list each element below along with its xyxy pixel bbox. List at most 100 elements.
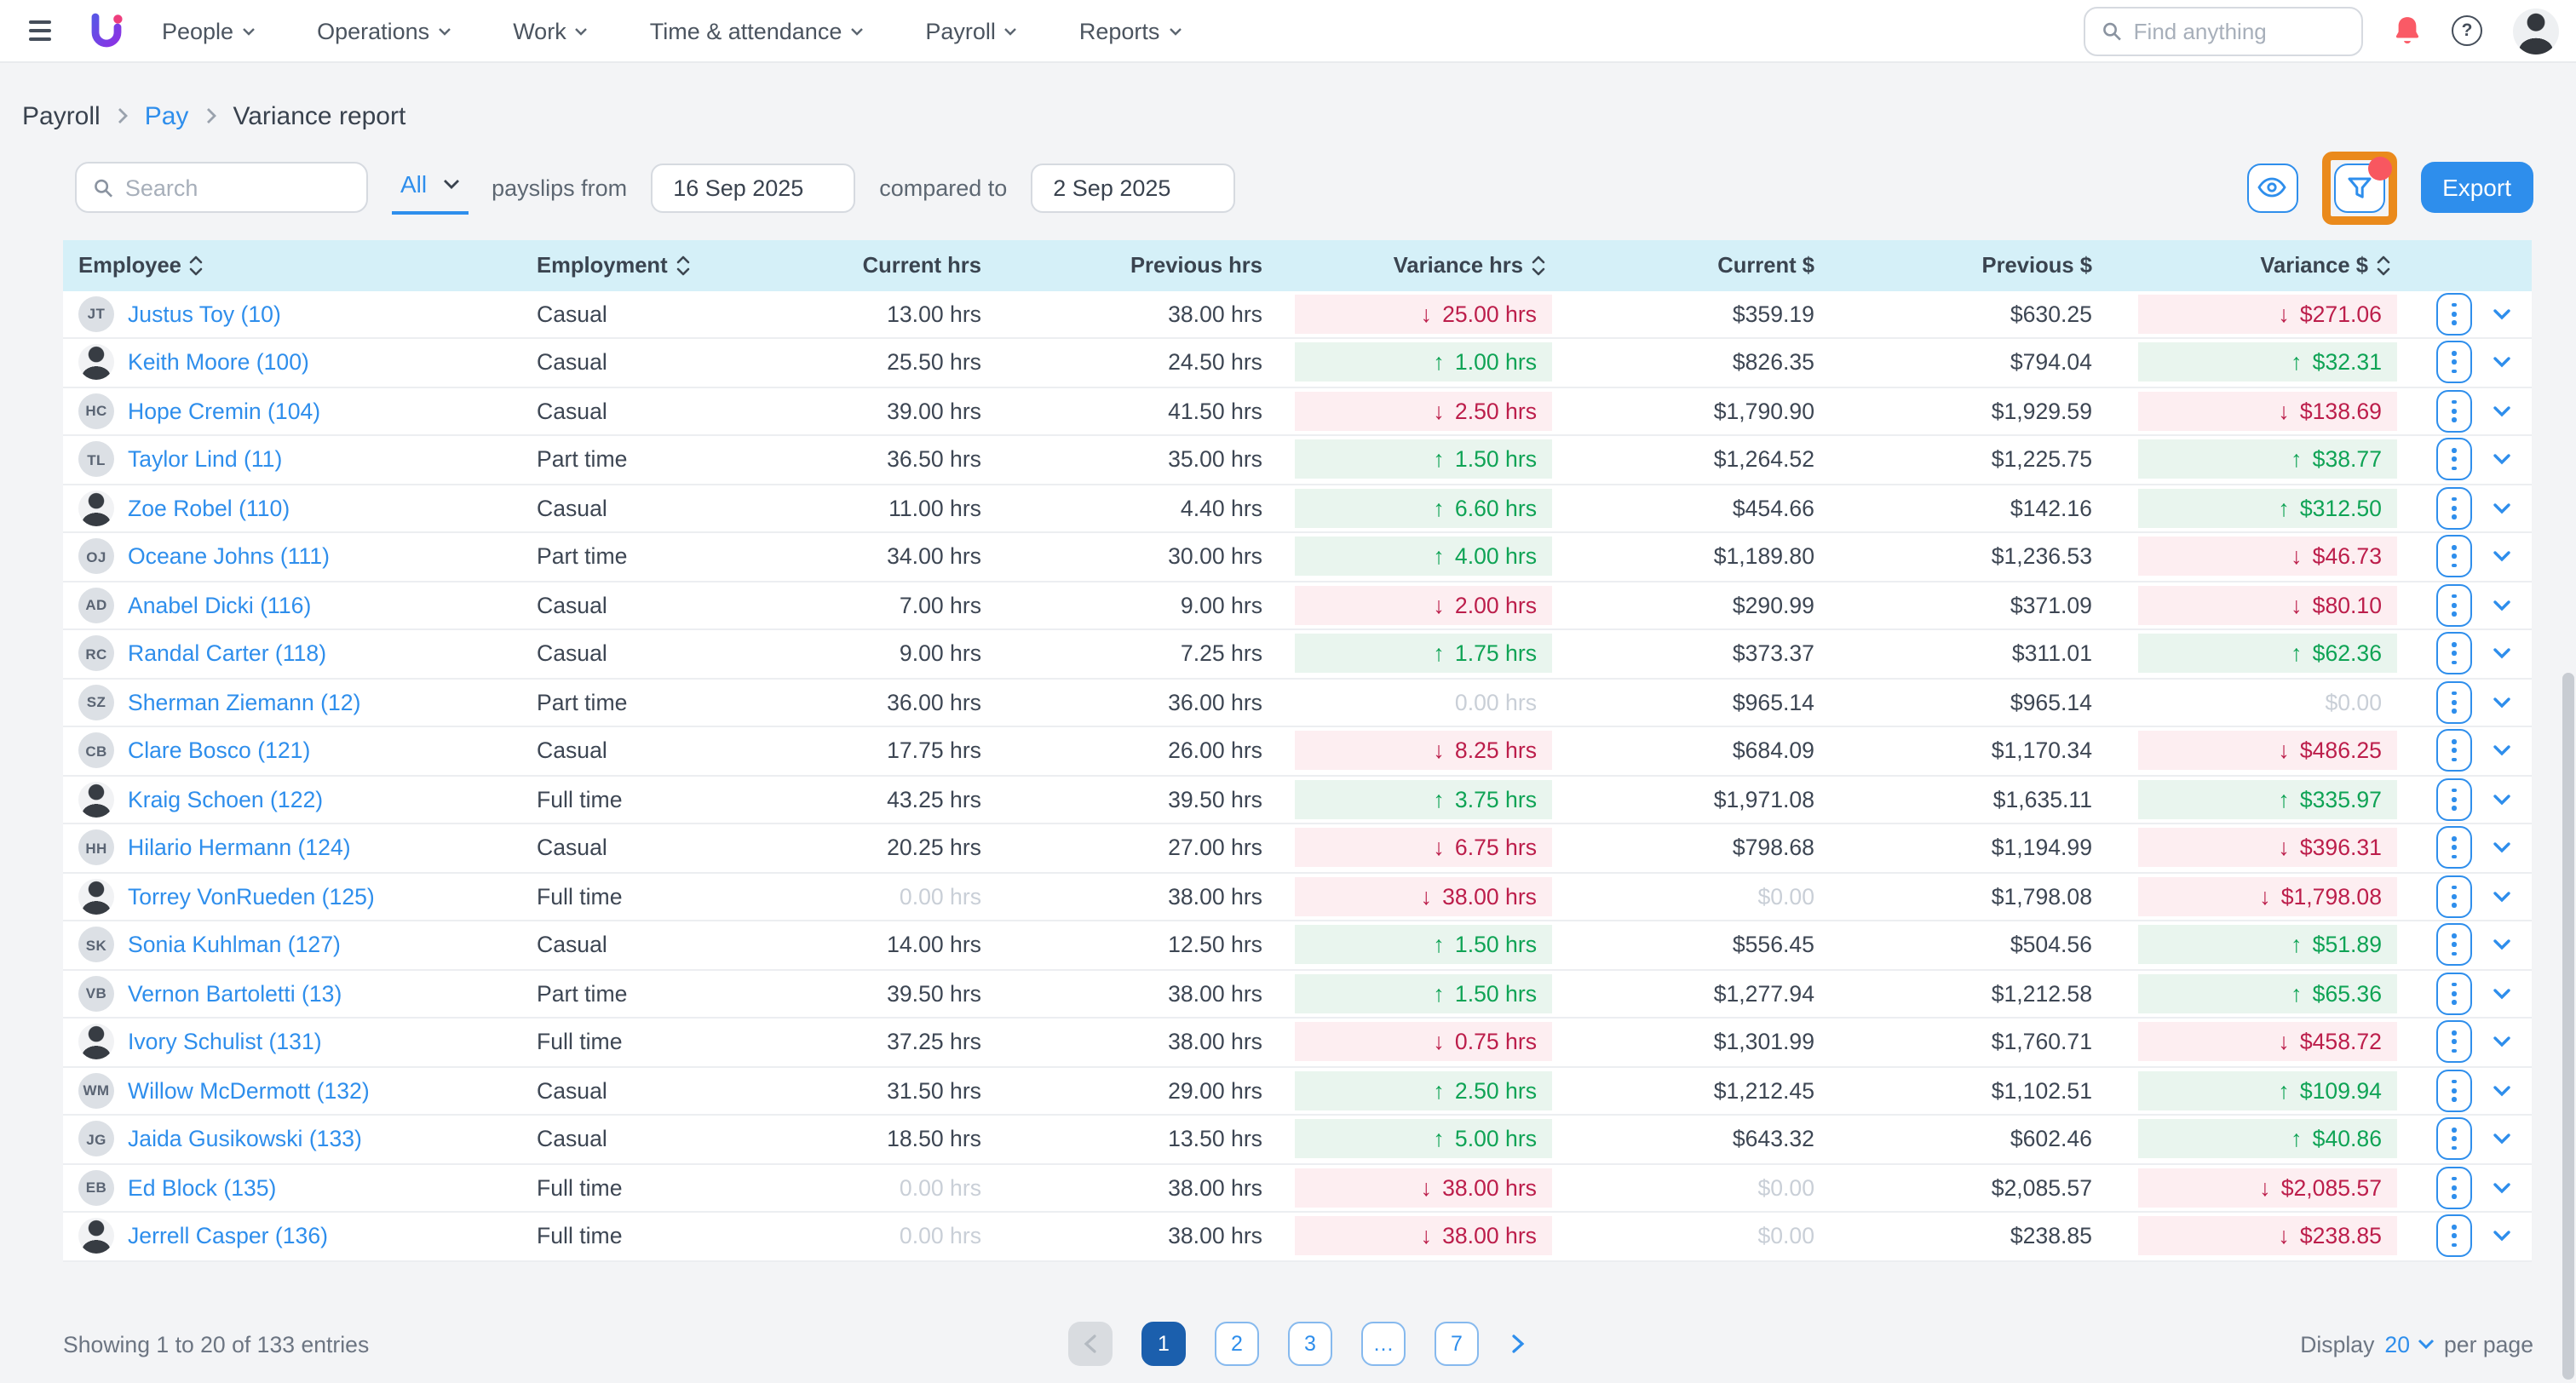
employee-link[interactable]: Jaida Gusikowski (133) (128, 1127, 362, 1152)
prev-page-button[interactable] (1068, 1322, 1113, 1366)
row-expand-button[interactable] (2489, 839, 2515, 858)
page-button[interactable]: 7 (1435, 1322, 1479, 1366)
col-header-variance-hrs[interactable]: Variance hrs (1273, 253, 1559, 278)
row-menu-button[interactable] (2436, 536, 2472, 578)
page-button[interactable]: 3 (1288, 1322, 1332, 1366)
col-header-employee[interactable]: Employee (63, 253, 537, 278)
employee-link[interactable]: Willow McDermott (132) (128, 1078, 370, 1104)
employee-link[interactable]: Clare Bosco (121) (128, 738, 310, 764)
global-search[interactable] (2084, 6, 2363, 55)
row-expand-button[interactable] (2489, 742, 2515, 760)
row-expand-button[interactable] (2489, 936, 2515, 955)
employee-link[interactable]: Anabel Dicki (116) (128, 593, 311, 618)
scrollbar[interactable] (2562, 673, 2574, 1380)
table-search-input[interactable] (125, 175, 349, 200)
col-header-variance-amount[interactable]: Variance $ (2102, 253, 2412, 278)
row-expand-button[interactable] (2489, 1033, 2515, 1052)
nav-menu-item[interactable]: Operations (317, 18, 451, 43)
hamburger-menu-icon[interactable] (29, 20, 51, 41)
notifications-bell-icon[interactable] (2394, 15, 2421, 46)
employee-link[interactable]: Sherman Ziemann (12) (128, 690, 360, 715)
row-expand-button[interactable] (2489, 984, 2515, 1003)
next-page-button[interactable] (1508, 1330, 1528, 1357)
employee-link[interactable]: Randal Carter (118) (128, 641, 326, 667)
user-avatar[interactable] (2513, 8, 2559, 54)
row-menu-button[interactable] (2436, 1167, 2472, 1209)
row-expand-button[interactable] (2489, 1082, 2515, 1100)
row-expand-button[interactable] (2489, 548, 2515, 566)
row-menu-button[interactable] (2436, 827, 2472, 869)
help-icon[interactable]: ? (2452, 15, 2482, 46)
page-button[interactable]: 1 (1141, 1322, 1186, 1366)
row-expand-button[interactable] (2489, 645, 2515, 663)
row-menu-button[interactable] (2436, 293, 2472, 336)
column-visibility-button[interactable] (2246, 163, 2297, 212)
row-expand-button[interactable] (2489, 1179, 2515, 1197)
employee-link[interactable]: Oceane Johns (111) (128, 544, 330, 570)
row-expand-button[interactable] (2489, 402, 2515, 421)
row-menu-button[interactable] (2436, 1070, 2472, 1112)
row-menu-button[interactable] (2436, 973, 2472, 1015)
employee-link[interactable]: Justus Toy (10) (128, 301, 281, 327)
col-header-previous-hrs[interactable]: Previous hrs (992, 253, 1273, 278)
current-amount-cell: $798.68 (1559, 824, 1825, 871)
row-expand-button[interactable] (2489, 1227, 2515, 1246)
employee-link[interactable]: Sonia Kuhlman (127) (128, 933, 341, 958)
nav-menu-item[interactable]: Payroll (925, 18, 1018, 43)
row-menu-button[interactable] (2436, 487, 2472, 530)
employee-link[interactable]: Hope Cremin (104) (128, 399, 320, 424)
row-expand-button[interactable] (2489, 1130, 2515, 1149)
row-menu-button[interactable] (2436, 681, 2472, 724)
row-menu-button[interactable] (2436, 439, 2472, 481)
employee-link[interactable]: Taylor Lind (11) (128, 447, 282, 473)
row-expand-button[interactable] (2489, 499, 2515, 518)
col-header-previous-amount[interactable]: Previous $ (1825, 253, 2102, 278)
app-logo[interactable] (89, 11, 124, 50)
col-header-current-hrs[interactable]: Current hrs (758, 253, 992, 278)
nav-menu-item[interactable]: Work (513, 18, 589, 43)
global-search-input[interactable] (2134, 18, 2344, 43)
nav-menu-item[interactable]: People (162, 18, 256, 43)
breadcrumb-payroll[interactable]: Payroll (22, 101, 101, 130)
employee-link[interactable]: Jerrell Casper (136) (128, 1224, 328, 1249)
row-menu-button[interactable] (2436, 633, 2472, 675)
employee-link[interactable]: Vernon Bartoletti (13) (128, 981, 342, 1007)
row-menu-button[interactable] (2436, 341, 2472, 384)
row-menu-button[interactable] (2436, 875, 2472, 918)
row-menu-button[interactable] (2436, 1215, 2472, 1258)
col-header-employment[interactable]: Employment (537, 253, 758, 278)
to-date-input[interactable] (1031, 163, 1235, 212)
row-menu-button[interactable] (2436, 778, 2472, 821)
from-date-input[interactable] (651, 163, 855, 212)
employee-link[interactable]: Keith Moore (100) (128, 350, 309, 376)
employee-link[interactable]: Kraig Schoen (122) (128, 787, 323, 812)
per-page-dropdown[interactable]: 20 (2384, 1331, 2434, 1357)
row-menu-button[interactable] (2436, 390, 2472, 433)
table-search[interactable] (75, 162, 368, 213)
employee-link[interactable]: Zoe Robel (110) (128, 496, 290, 521)
employee-link[interactable]: Ivory Schulist (131) (128, 1030, 322, 1055)
row-menu-button[interactable] (2436, 584, 2472, 627)
page-button[interactable]: 2 (1215, 1322, 1259, 1366)
row-expand-button[interactable] (2489, 305, 2515, 324)
row-menu-button[interactable] (2436, 1118, 2472, 1161)
export-button[interactable]: Export (2420, 162, 2533, 213)
row-expand-button[interactable] (2489, 887, 2515, 906)
col-header-current-amount[interactable]: Current $ (1559, 253, 1825, 278)
page-button[interactable]: … (1361, 1322, 1406, 1366)
row-expand-button[interactable] (2489, 790, 2515, 809)
employee-link[interactable]: Ed Block (135) (128, 1175, 276, 1201)
row-menu-button[interactable] (2436, 730, 2472, 772)
row-expand-button[interactable] (2489, 450, 2515, 469)
nav-menu-item[interactable]: Time & attendance (650, 18, 865, 43)
breadcrumb-pay[interactable]: Pay (145, 101, 189, 130)
nav-menu-item[interactable]: Reports (1079, 18, 1182, 43)
scope-dropdown[interactable]: All (392, 160, 468, 215)
employee-link[interactable]: Torrey VonRueden (125) (128, 884, 375, 910)
row-expand-button[interactable] (2489, 353, 2515, 372)
employee-link[interactable]: Hilario Hermann (124) (128, 835, 351, 861)
row-expand-button[interactable] (2489, 596, 2515, 615)
row-menu-button[interactable] (2436, 924, 2472, 967)
row-menu-button[interactable] (2436, 1021, 2472, 1064)
row-expand-button[interactable] (2489, 693, 2515, 712)
